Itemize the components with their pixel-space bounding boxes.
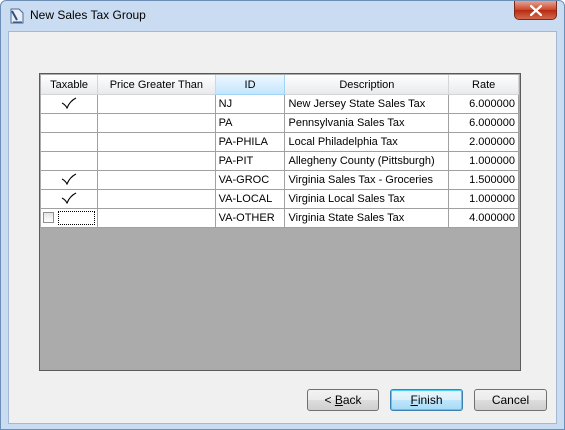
- taxable-cell[interactable]: [41, 151, 99, 171]
- title-bar[interactable]: New Sales Tax Group: [1, 1, 564, 31]
- taxable-cell[interactable]: [41, 189, 99, 209]
- dialog-client-area: Taxable Price Greater Than ID Descriptio…: [8, 31, 557, 424]
- column-header-id[interactable]: ID: [215, 75, 286, 95]
- description-cell[interactable]: Local Philadelphia Tax: [284, 132, 450, 152]
- description-cell[interactable]: Virginia Local Sales Tax: [284, 189, 450, 209]
- table-row[interactable]: VA-LOCAL Virginia Local Sales Tax 1.000000: [41, 189, 519, 209]
- price-greater-than-cell[interactable]: [97, 189, 216, 209]
- back-button[interactable]: < Back: [307, 389, 379, 411]
- taxable-cell[interactable]: [41, 208, 99, 228]
- focus-rectangle: [58, 211, 96, 225]
- description-cell[interactable]: Virginia State Sales Tax: [284, 208, 450, 228]
- id-cell[interactable]: NJ: [215, 94, 286, 114]
- header-row: Taxable Price Greater Than ID Descriptio…: [41, 75, 519, 95]
- back-button-mnemonic: B: [334, 393, 343, 407]
- price-greater-than-cell[interactable]: [97, 94, 216, 114]
- back-button-label: ack: [342, 393, 362, 407]
- checkmark-icon: [61, 192, 77, 207]
- rate-cell[interactable]: 1.000000: [448, 151, 519, 171]
- id-cell[interactable]: VA-LOCAL: [215, 189, 286, 209]
- column-header-taxable[interactable]: Taxable: [41, 75, 99, 95]
- tax-table: Taxable Price Greater Than ID Descriptio…: [41, 75, 519, 228]
- taxable-cell[interactable]: [41, 132, 99, 152]
- id-cell[interactable]: PA-PIT: [215, 151, 286, 171]
- column-header-description[interactable]: Description: [284, 75, 450, 95]
- column-header-price-greater-than[interactable]: Price Greater Than: [97, 75, 216, 95]
- description-cell[interactable]: New Jersey State Sales Tax: [284, 94, 450, 114]
- id-cell[interactable]: VA-OTHER: [215, 208, 286, 228]
- id-cell[interactable]: PA: [215, 113, 286, 133]
- close-icon: [529, 4, 542, 16]
- taxable-checkbox[interactable]: [43, 212, 54, 223]
- finish-button-mnemonic: F: [410, 393, 418, 407]
- cancel-button[interactable]: Cancel: [474, 389, 547, 411]
- cancel-button-label: Cancel: [491, 393, 530, 407]
- close-button[interactable]: [514, 1, 557, 20]
- table-row[interactable]: NJ New Jersey State Sales Tax 6.000000: [41, 94, 519, 114]
- doc-pencil-icon: [10, 8, 24, 24]
- table-row[interactable]: PA Pennsylvania Sales Tax 6.000000: [41, 113, 519, 133]
- checkmark-icon: [61, 97, 77, 112]
- description-cell[interactable]: Allegheny County (Pittsburgh): [284, 151, 450, 171]
- price-greater-than-cell[interactable]: [97, 208, 216, 228]
- taxable-cell[interactable]: [41, 170, 99, 190]
- column-header-rate[interactable]: Rate: [448, 75, 519, 95]
- taxable-cell[interactable]: [41, 113, 99, 133]
- id-cell[interactable]: VA-GROC: [215, 170, 286, 190]
- grid-body: Taxable Price Greater Than ID Descriptio…: [41, 75, 519, 369]
- rate-cell[interactable]: 1.000000: [448, 189, 519, 209]
- rate-cell[interactable]: 6.000000: [448, 94, 519, 114]
- rate-cell[interactable]: 1.500000: [448, 170, 519, 190]
- rate-cell[interactable]: 6.000000: [448, 113, 519, 133]
- price-greater-than-cell[interactable]: [97, 170, 216, 190]
- window-title: New Sales Tax Group: [30, 8, 146, 22]
- table-row[interactable]: PA-PHILA Local Philadelphia Tax 2.000000: [41, 132, 519, 152]
- checkmark-icon: [61, 173, 77, 188]
- rate-cell[interactable]: 4.000000: [448, 208, 519, 228]
- back-button-prefix: <: [324, 393, 335, 407]
- price-greater-than-cell[interactable]: [97, 151, 216, 171]
- dialog-window: New Sales Tax Group Taxable Price Greate…: [0, 0, 565, 430]
- price-greater-than-cell[interactable]: [97, 113, 216, 133]
- tax-group-grid[interactable]: Taxable Price Greater Than ID Descriptio…: [39, 73, 521, 371]
- finish-button[interactable]: Finish: [390, 389, 463, 411]
- table-row[interactable]: PA-PIT Allegheny County (Pittsburgh) 1.000…: [41, 151, 519, 171]
- id-cell[interactable]: PA-PHILA: [215, 132, 286, 152]
- description-cell[interactable]: Pennsylvania Sales Tax: [284, 113, 450, 133]
- price-greater-than-cell[interactable]: [97, 132, 216, 152]
- rate-cell[interactable]: 2.000000: [448, 132, 519, 152]
- taxable-cell[interactable]: [41, 94, 99, 114]
- table-row[interactable]: VA-GROC Virginia Sales Tax - Groceries 1.5…: [41, 170, 519, 190]
- description-cell[interactable]: Virginia Sales Tax - Groceries: [284, 170, 450, 190]
- finish-button-label: inish: [417, 393, 443, 407]
- table-row[interactable]: VA-OTHER Virginia State Sales Tax 4.000000: [41, 208, 519, 228]
